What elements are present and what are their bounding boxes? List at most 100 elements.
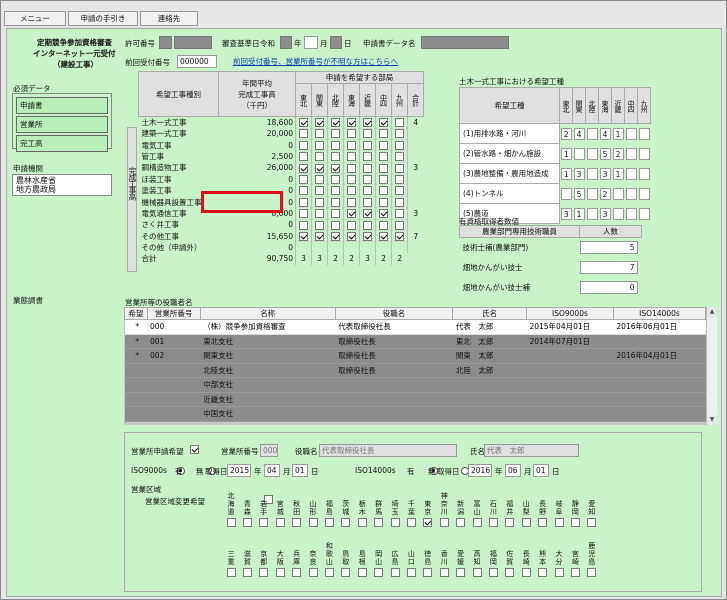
area-checkbox[interactable]	[363, 175, 372, 184]
area-checkbox[interactable]	[315, 163, 324, 173]
prefecture-checkbox[interactable]	[554, 518, 564, 527]
prefecture-checkbox[interactable]	[472, 568, 482, 577]
area-checkbox[interactable]	[331, 129, 340, 139]
area-checkbox[interactable]	[299, 220, 308, 230]
area-checkbox[interactable]	[315, 186, 324, 196]
area-checkbox[interactable]	[363, 197, 372, 207]
tab-0[interactable]: メニュー	[4, 11, 66, 26]
person-field[interactable]: 代表 太郎	[484, 444, 579, 457]
civil-input[interactable]	[612, 207, 624, 220]
civil-input[interactable]	[625, 127, 637, 140]
civil-input[interactable]	[586, 207, 598, 220]
prefecture-checkbox[interactable]	[275, 568, 285, 577]
data-name-field[interactable]	[421, 36, 509, 49]
office-row[interactable]: 中国支社	[124, 406, 706, 422]
area-checkbox[interactable]	[363, 209, 372, 219]
tab-1[interactable]: 申請の手引き	[68, 11, 138, 26]
civil-input[interactable]	[638, 127, 650, 140]
prefecture-checkbox[interactable]	[538, 568, 548, 577]
area-checkbox[interactable]	[395, 209, 404, 219]
civil-input[interactable]	[638, 147, 650, 160]
base-day-field[interactable]	[330, 36, 342, 49]
area-checkbox[interactable]	[315, 175, 324, 184]
prefecture-checkbox[interactable]	[521, 568, 531, 577]
prefecture-checkbox[interactable]	[259, 568, 269, 577]
prefecture-checkbox[interactable]	[488, 518, 498, 527]
agency-item[interactable]: 農林水産省	[16, 176, 108, 185]
area-checkbox[interactable]	[299, 209, 308, 219]
area-checkbox[interactable]	[379, 152, 388, 162]
civil-input[interactable]: 2	[560, 127, 572, 140]
prefecture-checkbox[interactable]	[406, 518, 416, 527]
area-checkbox[interactable]	[299, 231, 308, 241]
area-checkbox[interactable]	[315, 220, 324, 230]
prefecture-checkbox[interactable]	[374, 568, 384, 577]
area-checkbox[interactable]	[347, 220, 356, 230]
civil-input[interactable]: 3	[560, 207, 572, 220]
area-checkbox[interactable]	[347, 118, 356, 127]
civil-input[interactable]: 3	[599, 167, 611, 180]
prefecture-checkbox[interactable]	[324, 568, 334, 577]
prefecture-checkbox[interactable]	[456, 568, 466, 577]
prefecture-checkbox[interactable]	[488, 568, 498, 577]
office-row[interactable]: * 001 東北支社 取締役社長 東北 太郎 2014年07月01日	[124, 334, 706, 349]
scroll-up-icon[interactable]: ▲	[707, 307, 717, 317]
area-checkbox[interactable]	[347, 209, 356, 219]
prefecture-checkbox[interactable]	[357, 568, 367, 577]
area-checkbox[interactable]	[331, 231, 340, 241]
civil-input[interactable]: 4	[599, 127, 611, 140]
civil-input[interactable]	[586, 147, 598, 160]
area-checkbox[interactable]	[379, 118, 388, 127]
tab-2[interactable]: 連絡先	[140, 11, 198, 26]
prefecture-checkbox[interactable]	[521, 518, 531, 527]
area-checkbox[interactable]	[331, 186, 340, 196]
office-row[interactable]: * 000 （株）競争参加資格審査 代表取締役社長 代表 太郎 2015年04月01日 20…	[124, 319, 706, 335]
area-checkbox[interactable]	[331, 209, 340, 219]
iso14-month-field[interactable]: 06	[505, 464, 521, 477]
prefecture-checkbox[interactable]	[456, 518, 466, 527]
prefecture-checkbox[interactable]	[439, 518, 449, 527]
civil-input[interactable]: 5	[599, 147, 611, 160]
office-row[interactable]: 中部支社	[124, 377, 706, 393]
iso14-day-field[interactable]: 01	[533, 464, 549, 477]
area-checkbox[interactable]	[379, 129, 388, 139]
area-checkbox[interactable]	[379, 186, 388, 196]
civil-input[interactable]	[612, 187, 624, 200]
prefecture-checkbox[interactable]	[292, 568, 302, 577]
prefecture-checkbox[interactable]	[292, 518, 302, 527]
prefecture-checkbox[interactable]	[554, 568, 564, 577]
area-checkbox[interactable]	[315, 197, 324, 207]
prefecture-checkbox[interactable]	[570, 568, 580, 577]
area-checkbox[interactable]	[379, 175, 388, 184]
base-month-field[interactable]	[304, 36, 318, 49]
office-row[interactable]: * 002 関東支社 取締役社長 関東 太郎 2016年04月01日	[124, 348, 706, 364]
area-checkbox[interactable]	[331, 163, 340, 173]
area-checkbox[interactable]	[363, 163, 372, 173]
civil-input[interactable]	[625, 167, 637, 180]
civil-input[interactable]	[638, 207, 650, 220]
civil-input[interactable]: 1	[612, 127, 624, 140]
area-checkbox[interactable]	[331, 118, 340, 127]
civil-input[interactable]	[586, 127, 598, 140]
area-checkbox[interactable]	[315, 118, 324, 127]
area-checkbox[interactable]	[379, 220, 388, 230]
prefecture-checkbox[interactable]	[341, 568, 351, 577]
area-checkbox[interactable]	[379, 140, 388, 150]
area-checkbox[interactable]	[347, 186, 356, 196]
civil-input[interactable]	[625, 147, 637, 160]
area-checkbox[interactable]	[395, 152, 404, 162]
area-checkbox[interactable]	[395, 175, 404, 184]
tech-value-input[interactable]: 0	[579, 281, 638, 294]
area-checkbox[interactable]	[395, 186, 404, 196]
prefecture-checkbox[interactable]	[308, 518, 318, 527]
area-checkbox[interactable]	[331, 175, 340, 184]
prefecture-checkbox[interactable]	[472, 518, 482, 527]
agency-item[interactable]: 地方農政局	[16, 185, 108, 194]
prefecture-checkbox[interactable]	[406, 568, 416, 577]
prefecture-checkbox[interactable]	[275, 518, 285, 527]
area-checkbox[interactable]	[379, 163, 388, 173]
area-checkbox[interactable]	[363, 220, 372, 230]
civil-input[interactable]	[638, 167, 650, 180]
area-checkbox[interactable]	[299, 152, 308, 162]
civil-input[interactable]	[560, 187, 572, 200]
